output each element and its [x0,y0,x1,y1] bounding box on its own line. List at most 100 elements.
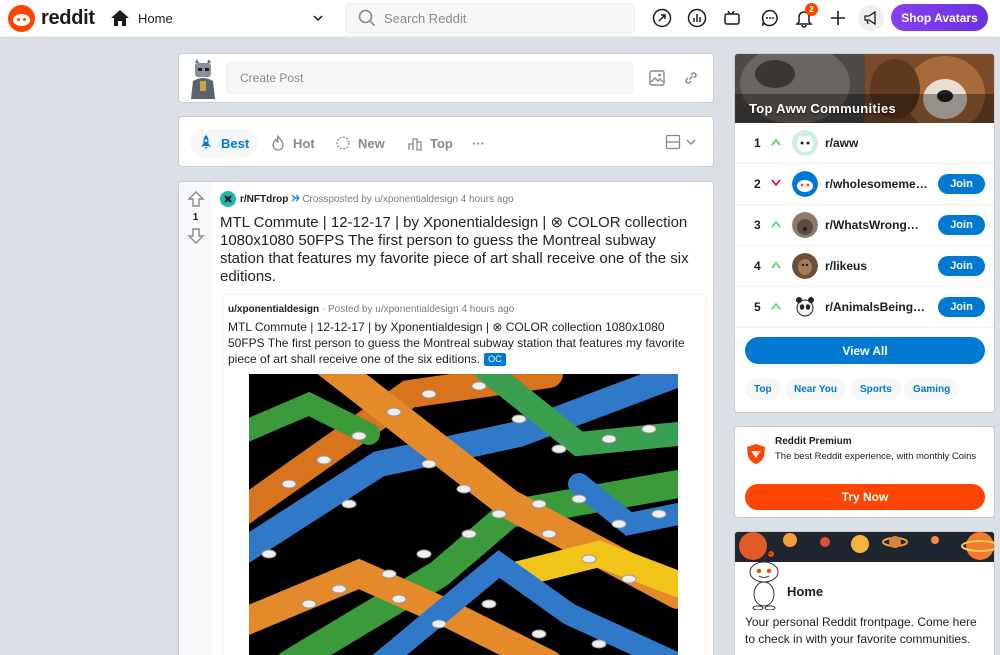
sort-new[interactable]: New [334,129,385,157]
post-image[interactable] [249,374,678,655]
community-avatar [792,212,818,238]
community-row[interactable]: 5 r/AnimalsBeingJerks Join [735,287,994,328]
advertise-button[interactable] [858,5,884,31]
video-icon[interactable] [721,7,743,29]
home-label: Home [138,10,173,26]
crosspost-meta: u/xponentialdesign · Posted by u/xponent… [228,304,514,315]
crosspost-author[interactable]: u/xponentialdesign [228,304,319,315]
plus-icon[interactable] [827,7,849,29]
crosspost-embed[interactable]: u/xponentialdesign · Posted by u/xponent… [222,294,707,655]
join-button[interactable]: Join [938,297,985,317]
home-dropdown[interactable]: Home [110,5,330,31]
community-avatar [792,294,818,320]
sort-best-label: Best [221,135,250,151]
trend-up-icon [771,302,781,310]
community-row[interactable]: 2 r/wholesomememes Join [735,164,994,205]
premium-card: Reddit Premium The best Reddit experienc… [734,426,995,518]
premium-description: The best Reddit experience, with monthly… [775,451,977,462]
sort-hot[interactable]: Hot [269,129,315,157]
trend-up-icon [771,138,781,146]
chip-gaming[interactable]: Gaming [904,378,960,400]
post-card[interactable]: 1 r/NFTdrop Crossposted by u/xponentiald… [178,181,714,655]
community-rank: 5 [754,300,761,314]
community-row[interactable]: 3 r/WhatsWrongWithYourDog Join [735,205,994,246]
search-icon [358,9,376,27]
flame-icon [272,134,284,151]
sort-bar: Best Hot New Top ··· [178,116,714,167]
downvote-icon[interactable] [187,227,205,245]
create-post-card: Create Post [178,53,714,103]
crosspost-title-text: MTL Commute | 12-12-17 | by Xponentialde… [228,320,685,366]
layout-toggle[interactable] [665,134,697,150]
community-name[interactable]: r/AnimalsBeingJerks [825,300,928,314]
sort-more-button[interactable]: ··· [472,129,485,157]
top-communities-card: Top Aww Communities 1 r/aww 2 r/wholesom… [734,53,995,413]
community-rank: 4 [754,259,761,273]
community-row[interactable]: 1 r/aww [735,123,994,164]
image-upload-icon[interactable] [648,69,666,87]
try-now-button[interactable]: Try Now [745,484,985,510]
post-title[interactable]: MTL Commute | 12-12-17 | by Xponentialde… [220,214,700,286]
home-card: Home Your personal Reddit frontpage. Com… [734,531,995,655]
reddit-logo[interactable]: reddit [8,5,95,32]
community-rank: 1 [754,136,761,150]
link-icon[interactable] [682,69,700,87]
chip-sports[interactable]: Sports [851,378,901,400]
vote-column: 1 [179,182,212,655]
premium-shield-icon [747,444,765,464]
communities-title: Top Aww Communities [749,101,897,116]
sort-hot-label: Hot [293,135,315,151]
home-icon [111,10,129,26]
sort-best[interactable]: Best [190,129,259,157]
join-button[interactable]: Join [938,215,985,235]
chip-near-you[interactable]: Near You [785,378,846,400]
trend-up-icon [771,220,781,228]
user-avatar[interactable] [187,59,219,99]
chevron-down-icon [313,15,323,22]
premium-title: Reddit Premium [775,436,852,447]
rocket-icon [201,135,211,150]
community-name[interactable]: r/wholesomememes [825,177,928,191]
popular-icon[interactable] [651,7,673,29]
upvote-icon[interactable] [187,190,205,208]
community-name[interactable]: r/likeus [825,259,867,273]
trend-down-icon [771,179,781,187]
sort-top-label: Top [430,135,453,151]
top-header: reddit Home 2 Shop Avatars [0,0,1000,37]
chat-icon[interactable] [759,7,781,29]
sort-top[interactable]: Top [406,129,453,157]
home-card-description: Your personal Reddit frontpage. Come her… [745,615,977,646]
chevron-down-icon [686,139,696,146]
view-all-button[interactable]: View All [745,337,985,364]
community-rank: 3 [754,218,761,232]
community-row[interactable]: 4 r/likeus Join [735,246,994,287]
crosspost-icon [291,194,300,201]
join-button[interactable]: Join [938,174,985,194]
crosspost-info: Crossposted by u/xponentialdesign 4 hour… [302,193,514,205]
subreddit-link[interactable]: r/NFTdrop [240,194,288,205]
communities-banner: Top Aww Communities [735,54,994,123]
search-input[interactable] [384,10,614,26]
sort-new-label: New [358,135,385,151]
oc-flair: OC [484,353,506,367]
card-layout-icon [665,134,681,150]
community-name[interactable]: r/WhatsWrongWithYourDog [825,218,928,232]
notification-bell-icon[interactable]: 2 [793,3,818,29]
join-button[interactable]: Join [938,256,985,276]
sparkle-icon [336,136,350,150]
chip-top[interactable]: Top [745,378,781,400]
all-chart-icon[interactable] [686,7,708,29]
community-name[interactable]: r/aww [825,136,858,150]
search-bar [345,3,635,33]
home-card-title: Home [787,584,824,599]
post-meta: r/NFTdrop Crossposted by u/xponentialdes… [220,191,514,207]
crosspost-title: MTL Commute | 12-12-17 | by Xponentialde… [228,319,698,367]
subreddit-icon[interactable] [220,191,236,207]
community-avatar [792,130,818,156]
top-chart-icon [408,138,422,151]
community-avatar [792,253,818,279]
reddit-snoo-icon [8,5,35,32]
shop-avatars-button[interactable]: Shop Avatars [891,4,988,31]
create-post-input[interactable]: Create Post [226,62,633,94]
megaphone-icon [864,10,876,26]
